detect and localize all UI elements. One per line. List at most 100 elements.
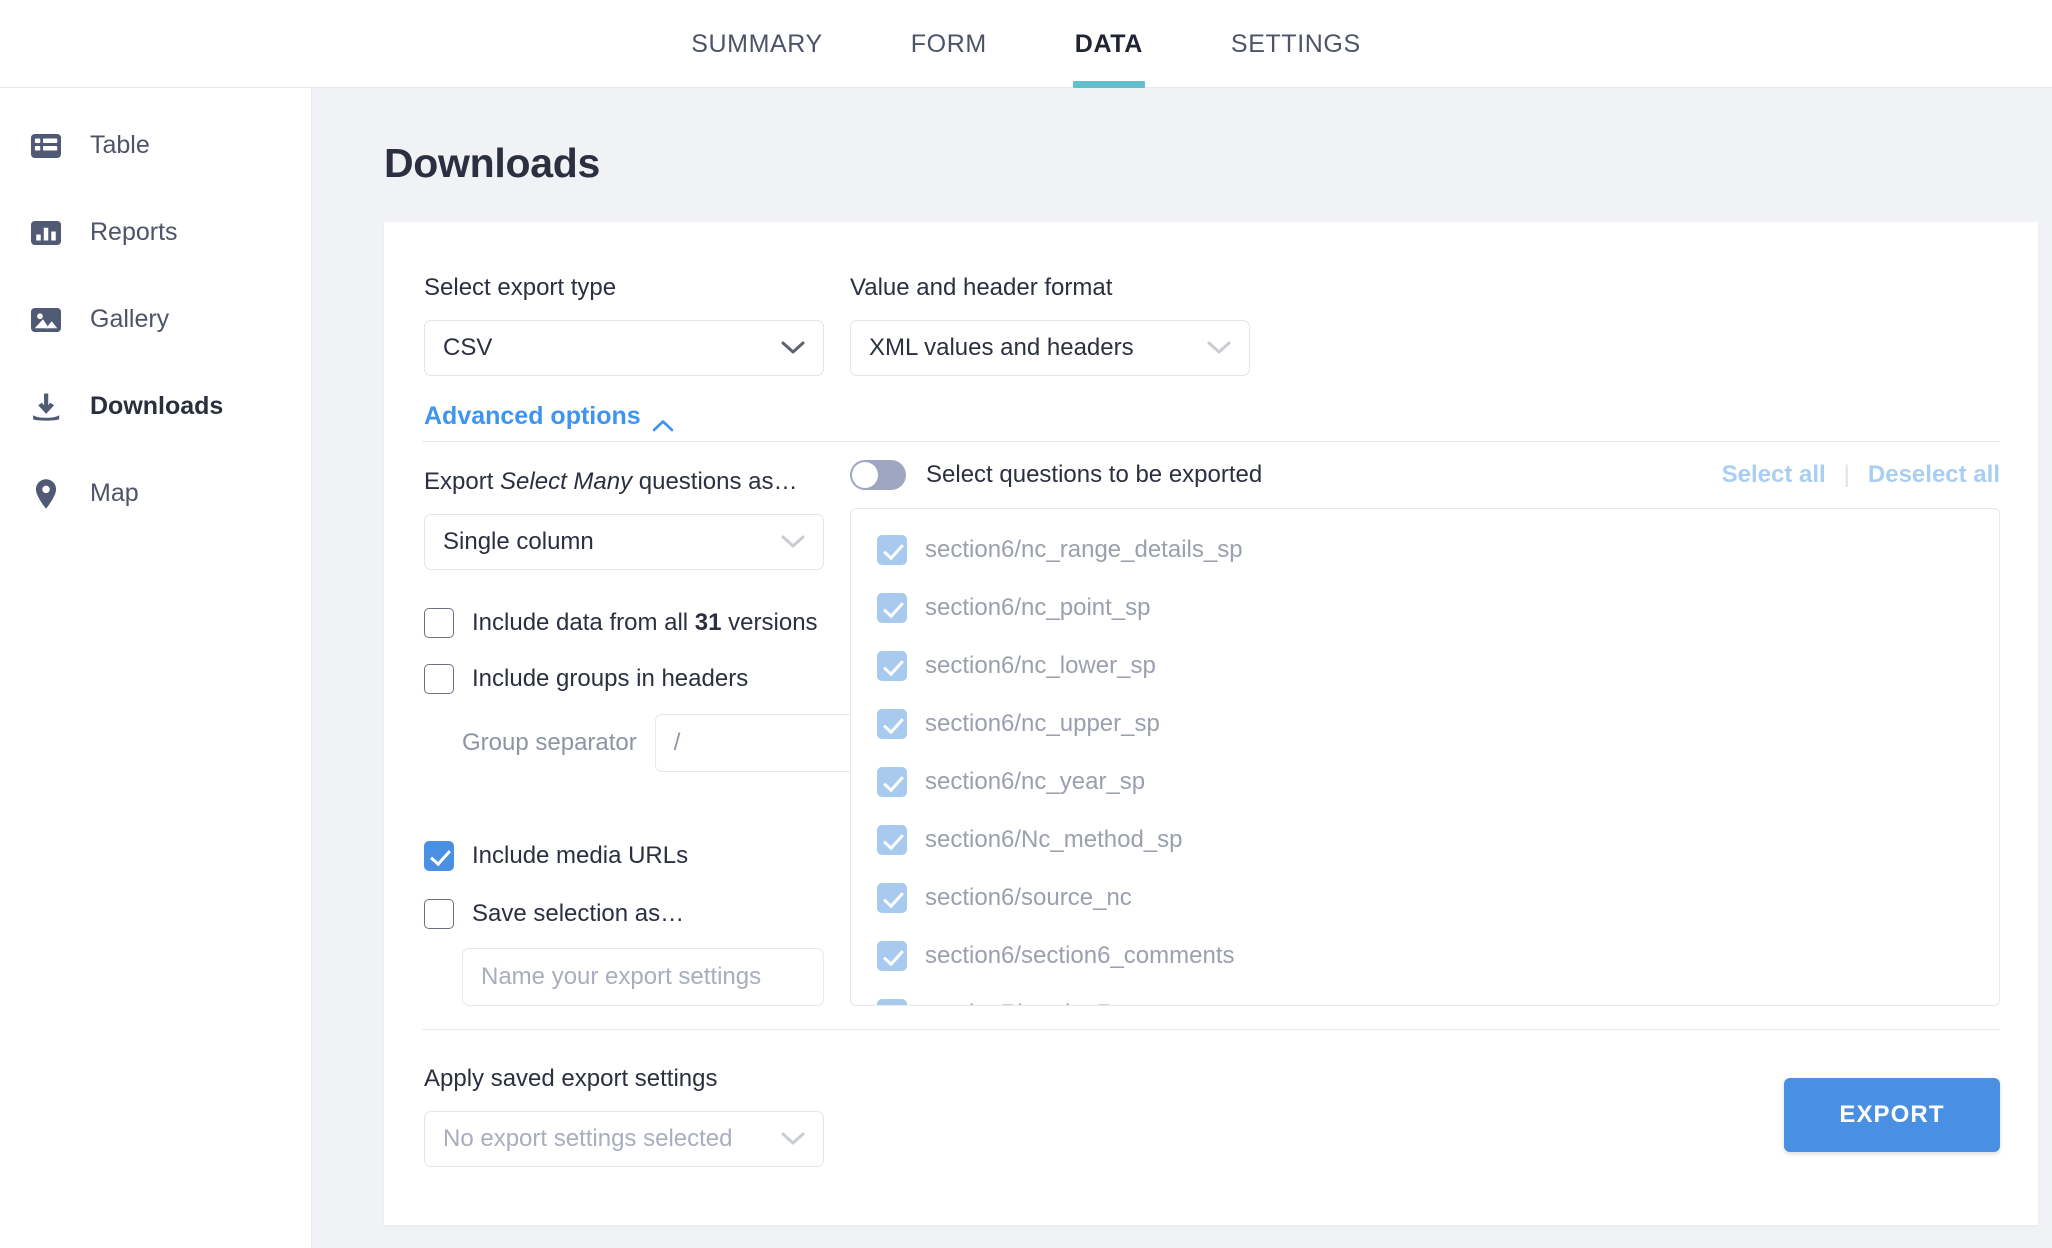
group-separator-input[interactable]: / <box>654 714 876 772</box>
sidebar-item-gallery[interactable]: Gallery <box>0 276 311 363</box>
list-item[interactable]: section6/nc_upper_sp <box>851 695 1999 753</box>
saved-settings-select[interactable]: No export settings selected <box>424 1111 824 1167</box>
question-checkbox[interactable] <box>877 651 907 681</box>
save-selection-name-input[interactable]: Name your export settings <box>462 948 824 1006</box>
question-checkbox[interactable] <box>877 999 907 1005</box>
save-selection-label: Save selection as… <box>472 900 685 927</box>
question-checkbox[interactable] <box>877 593 907 623</box>
include-versions-prefix: Include data from all <box>472 609 695 636</box>
tab-data[interactable]: DATA <box>1031 0 1187 88</box>
sidebar-item-table-label: Table <box>90 131 150 159</box>
export-button[interactable]: EXPORT <box>1784 1078 2000 1152</box>
question-checkbox[interactable] <box>877 709 907 739</box>
include-media-row[interactable]: Include media URLs <box>424 841 688 871</box>
select-many-label-prefix: Export <box>424 468 501 495</box>
question-checkbox[interactable] <box>877 941 907 971</box>
list-item[interactable]: section7/section7_note <box>851 985 1999 1005</box>
tab-form[interactable]: FORM <box>867 0 1031 88</box>
list-item[interactable]: section6/nc_range_details_sp <box>851 521 1999 579</box>
question-checkbox[interactable] <box>877 535 907 565</box>
list-item[interactable]: section6/nc_point_sp <box>851 579 1999 637</box>
include-groups-label: Include groups in headers <box>472 665 749 692</box>
chevron-down-icon <box>781 535 805 549</box>
select-deselect-links: Select all | Deselect all <box>1722 461 2000 489</box>
sidebar-item-map[interactable]: Map <box>0 450 311 537</box>
select-many-label: Export Select Many questions as… <box>424 468 824 496</box>
question-checkbox[interactable] <box>877 767 907 797</box>
tab-settings[interactable]: SETTINGS <box>1187 0 1405 88</box>
list-item[interactable]: section6/nc_lower_sp <box>851 637 1999 695</box>
bottom-divider <box>422 1029 2000 1030</box>
saved-settings-group: Apply saved export settings No export se… <box>424 1065 824 1167</box>
top-tab-bar: SUMMARY FORM DATA SETTINGS <box>0 0 2052 88</box>
sidebar-item-downloads[interactable]: Downloads <box>0 363 311 450</box>
list-item[interactable]: section6/section6_comments <box>851 927 1999 985</box>
question-label: section6/nc_upper_sp <box>925 710 1160 737</box>
export-type-group: Select export type CSV <box>424 274 824 376</box>
select-many-value: Single column <box>443 528 594 555</box>
question-label: section6/section6_comments <box>925 942 1235 969</box>
question-label: section6/nc_range_details_sp <box>925 536 1243 563</box>
group-separator-label: Group separator <box>462 729 637 756</box>
include-versions-row[interactable]: Include data from all 31 versions <box>424 608 818 638</box>
value-header-format-select[interactable]: XML values and headers <box>850 320 1250 376</box>
deselect-all-button[interactable]: Deselect all <box>1868 461 2000 489</box>
tab-list: SUMMARY FORM DATA SETTINGS <box>647 0 1404 88</box>
include-versions-suffix: versions <box>721 609 818 636</box>
toggle-knob <box>852 462 878 488</box>
export-type-select[interactable]: CSV <box>424 320 824 376</box>
save-selection-checkbox[interactable] <box>424 899 454 929</box>
advanced-options-label: Advanced options <box>424 402 641 430</box>
downloads-card: Select export type CSV Value and header … <box>384 222 2038 1225</box>
question-checkbox[interactable] <box>877 883 907 913</box>
include-versions-count: 31 <box>694 609 722 636</box>
sidebar-item-reports-label: Reports <box>90 218 178 246</box>
question-label: section6/nc_lower_sp <box>925 652 1156 679</box>
select-questions-toggle-label: Select questions to be exported <box>926 461 1263 488</box>
select-many-select[interactable]: Single column <box>424 514 824 570</box>
sidebar-item-table[interactable]: Table <box>0 102 311 189</box>
active-tab-underline <box>1072 81 1145 88</box>
save-selection-name-placeholder: Name your export settings <box>481 963 762 990</box>
export-type-label: Select export type <box>424 274 617 301</box>
value-header-format-label: Value and header format <box>850 274 1113 301</box>
sidebar-item-gallery-label: Gallery <box>90 305 170 333</box>
select-all-button[interactable]: Select all <box>1722 461 1826 489</box>
tab-summary[interactable]: SUMMARY <box>647 0 867 88</box>
map-pin-icon <box>28 476 64 512</box>
question-checkbox[interactable] <box>877 825 907 855</box>
chevron-down-icon <box>781 341 805 355</box>
advanced-options-toggle[interactable]: Advanced options <box>424 402 674 432</box>
question-label: section7/section7_note <box>925 1000 1171 1005</box>
questions-list[interactable]: section6/nc_range_details_sp section6/nc… <box>850 508 2000 1006</box>
bar-chart-icon <box>28 215 64 251</box>
question-label: section6/nc_point_sp <box>925 594 1151 621</box>
page-title: Downloads <box>384 140 600 186</box>
main-content: Downloads Select export type CSV Value a… <box>312 88 2052 1248</box>
save-selection-row[interactable]: Save selection as… <box>424 899 684 929</box>
list-item[interactable]: section6/Nc_method_sp <box>851 811 1999 869</box>
sidebar-item-reports[interactable]: Reports <box>0 189 311 276</box>
advanced-divider <box>422 441 2000 442</box>
list-item[interactable]: section6/nc_year_sp <box>851 753 1999 811</box>
include-groups-row[interactable]: Include groups in headers <box>424 664 748 694</box>
include-versions-label: Include data from all 31 versions <box>472 609 818 637</box>
chevron-down-icon <box>1207 341 1231 355</box>
select-questions-toggle[interactable] <box>850 460 906 490</box>
include-groups-checkbox[interactable] <box>424 664 454 694</box>
select-many-label-italic: Select Many <box>500 468 633 495</box>
select-many-group: Export Select Many questions as… Single … <box>424 468 824 570</box>
chevron-down-icon <box>781 1132 805 1146</box>
question-label: section6/nc_year_sp <box>925 768 1146 795</box>
question-label: section6/source_nc <box>925 884 1132 911</box>
value-header-format-group: Value and header format XML values and h… <box>850 274 1250 376</box>
link-separator: | <box>1843 461 1850 488</box>
sidebar-item-map-label: Map <box>90 479 139 507</box>
include-media-checkbox[interactable] <box>424 841 454 871</box>
export-type-value: CSV <box>443 334 493 361</box>
list-item[interactable]: section6/source_nc <box>851 869 1999 927</box>
download-icon <box>28 389 64 425</box>
questions-panel-header: Select questions to be exported Select a… <box>850 460 2000 490</box>
include-versions-checkbox[interactable] <box>424 608 454 638</box>
tab-data-label: DATA <box>1074 29 1143 58</box>
